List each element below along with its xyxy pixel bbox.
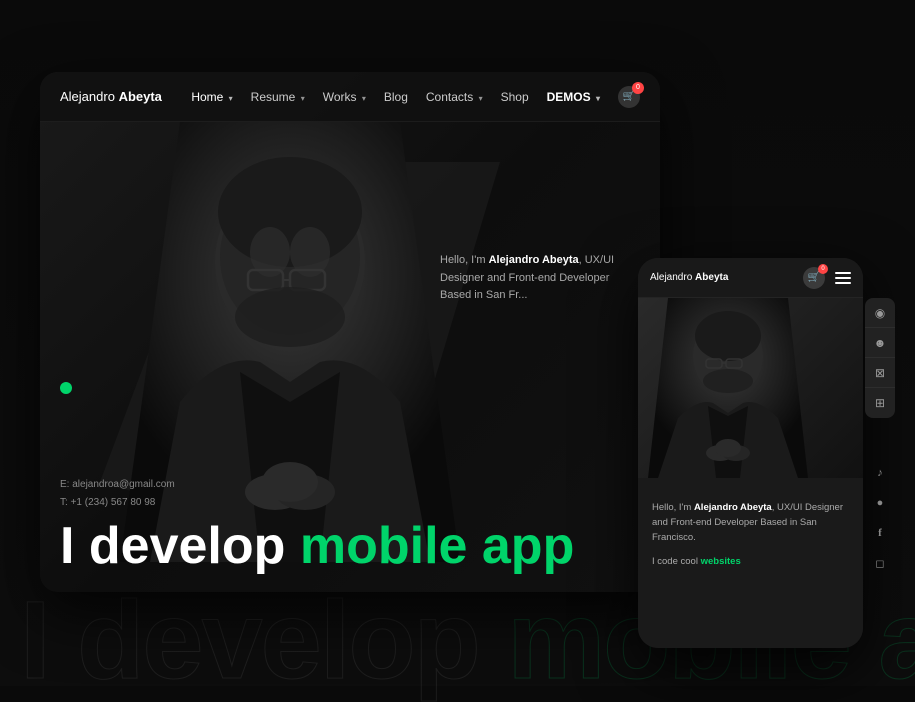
cart-side-icon[interactable]: ⊠ — [865, 358, 895, 388]
facebook-icon[interactable]: f — [865, 518, 895, 548]
status-dot — [60, 382, 72, 394]
mobile-cta-text: I code cool websites — [652, 556, 849, 567]
instagram-icon[interactable]: ◻ — [865, 548, 895, 578]
desktop-brand: Alejandro Abeyta — [60, 89, 162, 104]
mobile-content-area: Hello, I'm Alejandro Abeyta, UX/UI Desig… — [638, 488, 863, 579]
mobile-navbar: Alejandro Abeyta 🛒 0 — [638, 258, 863, 298]
mobile-intro: Hello, I'm Alejandro Abeyta, UX/UI Desig… — [652, 500, 849, 546]
mobile-cart[interactable]: 🛒 0 — [803, 267, 825, 289]
mobile-social-toolbar: ♪ ● f ◻ — [865, 458, 895, 578]
nav-contacts[interactable]: Contacts ▾ — [426, 90, 483, 104]
mobile-side-toolbar: ◉ ☻ ⊠ ⊞ — [865, 298, 895, 418]
mobile-brand: Alejandro Abeyta — [650, 272, 803, 283]
desktop-big-text: I develop mobile app — [60, 520, 574, 572]
mobile-card: Alejandro Abeyta 🛒 0 — [638, 258, 863, 648]
nav-home[interactable]: Home ▾ — [191, 90, 232, 104]
nav-resume[interactable]: Resume ▾ — [251, 90, 305, 104]
tiktok-icon[interactable]: ♪ — [865, 458, 895, 488]
desktop-cart[interactable]: 🛒 0 — [618, 86, 640, 108]
desktop-navbar: Alejandro Abeyta Home ▾ Resume ▾ Works ▾… — [40, 72, 660, 122]
hamburger-menu[interactable] — [835, 272, 851, 284]
eye-icon[interactable]: ◉ — [865, 298, 895, 328]
nav-shop[interactable]: Shop — [501, 90, 529, 104]
face-icon[interactable]: ☻ — [865, 328, 895, 358]
desktop-hero: Hello, I'm Alejandro Abeyta, UX/UI Desig… — [40, 72, 660, 592]
mobile-person-svg — [648, 298, 808, 478]
desktop-intro-text: Hello, I'm Alejandro Abeyta, UX/UI Desig… — [440, 252, 640, 305]
nav-works[interactable]: Works ▾ — [323, 90, 366, 104]
mobile-hero-area — [638, 298, 863, 478]
grid-icon[interactable]: ⊞ — [865, 388, 895, 418]
desktop-contact-info: E: alejandroa@gmail.com T: +1 (234) 567 … — [60, 476, 175, 512]
desktop-card: Alejandro Abeyta Home ▾ Resume ▾ Works ▾… — [40, 72, 660, 592]
nav-demos[interactable]: DEMOS ▾ — [547, 90, 600, 104]
mobile-cart-badge: 0 — [818, 264, 828, 274]
github-icon[interactable]: ● — [865, 488, 895, 518]
cart-badge: 0 — [632, 82, 644, 94]
nav-blog[interactable]: Blog — [384, 90, 408, 104]
